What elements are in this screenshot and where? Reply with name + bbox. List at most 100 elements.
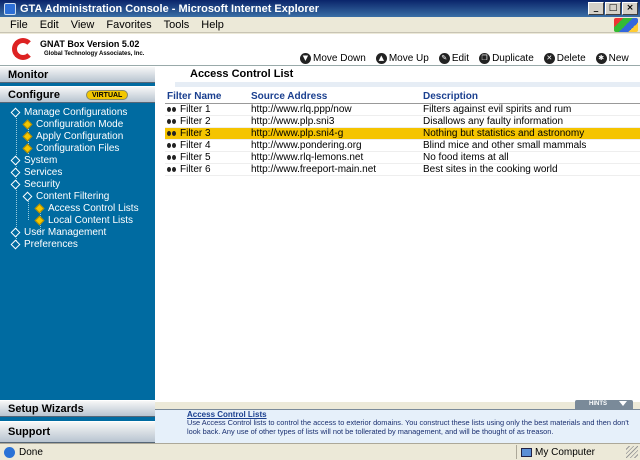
app-header: GNAT Box Version 5.02 Global Technology …: [0, 34, 640, 66]
column-header-source-address[interactable]: Source Address: [249, 90, 421, 104]
windows-logo-icon: [614, 18, 638, 32]
table-row[interactable]: Filter 1 http://www.rlq.ppp/now Filters …: [165, 103, 640, 116]
tree-label: Content Filtering: [36, 190, 110, 202]
filter-name: Filter 3: [180, 127, 211, 139]
gta-logo-icon: [12, 38, 34, 60]
binoculars-icon: [167, 118, 177, 125]
sidebar-support[interactable]: Support: [0, 421, 155, 443]
page-title: Access Control List: [190, 68, 294, 80]
menu-tools[interactable]: Tools: [158, 19, 196, 31]
tree-configuration-files[interactable]: Configuration Files: [22, 142, 120, 154]
binoculars-icon: [167, 106, 177, 113]
tree-services[interactable]: Services: [10, 166, 62, 178]
tree-label: User Management: [24, 226, 107, 238]
table-row-selected[interactable]: Filter 3 http://www.plp.sni4-g Nothing b…: [165, 127, 640, 140]
diamond-icon: [22, 131, 33, 141]
gnatbox-logo: GNAT Box Version 5.02 Global Technology …: [6, 36, 156, 64]
menu-edit[interactable]: Edit: [34, 19, 65, 31]
tree-label: Security: [24, 178, 61, 190]
diamond-icon: [10, 239, 21, 249]
source-address: http://www.plp.sni4-g: [249, 127, 421, 140]
window-title: GTA Administration Console - Microsoft I…: [20, 2, 320, 15]
column-header-filter-name[interactable]: Filter Name: [165, 90, 249, 104]
column-header-description[interactable]: Description: [421, 90, 640, 104]
table-row[interactable]: Filter 6 http://www.freeport-main.net Be…: [165, 163, 640, 176]
sidebar-configure[interactable]: Configure VIRTUAL: [0, 86, 155, 103]
menu-file[interactable]: File: [4, 19, 34, 31]
tree-content-filtering[interactable]: Content Filtering: [22, 190, 110, 202]
diamond-icon: [34, 215, 45, 225]
tree-label: Configuration Files: [36, 142, 120, 154]
tree-configuration-mode[interactable]: Configuration Mode: [22, 118, 123, 130]
move-down-button[interactable]: ▼ Move Down: [300, 52, 366, 64]
tree-security[interactable]: Security: [10, 178, 61, 190]
delete-button[interactable]: ✕ Delete: [543, 52, 586, 64]
table-row[interactable]: Filter 2 http://www.plp.sni3 Disallows a…: [165, 115, 640, 128]
tree-manage-configurations[interactable]: Manage Configurations: [10, 106, 127, 118]
status-bar: Done My Computer: [0, 443, 640, 460]
tree-access-control-lists[interactable]: Access Control Lists: [34, 202, 139, 214]
description: Blind mice and other small mammals: [421, 139, 640, 152]
diamond-icon: [10, 107, 21, 117]
source-address: http://www.rlq-lemons.net: [249, 151, 421, 164]
move-down-label: Move Down: [313, 52, 366, 64]
delete-label: Delete: [556, 52, 586, 64]
filter-name: Filter 5: [180, 151, 211, 163]
filter-name: Filter 1: [180, 103, 211, 115]
menu-view[interactable]: View: [65, 19, 101, 31]
sidebar-monitor[interactable]: Monitor: [0, 66, 155, 83]
arrow-down-icon: ▼: [300, 52, 311, 64]
hints-toggle[interactable]: HINTS: [575, 400, 633, 409]
tree-preferences[interactable]: Preferences: [10, 238, 78, 250]
edit-label: Edit: [451, 52, 470, 64]
resize-grip-icon[interactable]: [626, 446, 638, 458]
diamond-icon: [10, 179, 21, 189]
description: Filters against evil spirits and rum: [421, 103, 640, 116]
tree-label: Preferences: [24, 238, 78, 250]
description: Disallows any faulty information: [421, 115, 640, 128]
computer-icon: [521, 447, 532, 457]
maximize-button[interactable]: □: [605, 2, 621, 15]
tree-local-content-lists[interactable]: Local Content Lists: [34, 214, 134, 226]
source-address: http://www.rlq.ppp/now: [249, 103, 421, 116]
binoculars-icon: [167, 130, 177, 137]
delete-x-icon: ✕: [543, 52, 555, 64]
title-divider: [175, 82, 640, 87]
source-address: http://www.freeport-main.net: [249, 163, 421, 176]
tree-user-management[interactable]: User Management: [10, 226, 107, 238]
virtual-badge[interactable]: VIRTUAL: [86, 90, 129, 100]
action-toolbar: ▼ Move Down ▲ Move Up ✎ Edit ❐ Duplicate ✕ De…: [300, 50, 629, 66]
tree-system[interactable]: System: [10, 154, 57, 166]
move-up-button[interactable]: ▲ Move Up: [375, 52, 429, 64]
tree-apply-configuration[interactable]: Apply Configuration: [22, 130, 123, 142]
table-row[interactable]: Filter 4 http://www.pondering.org Blind …: [165, 139, 640, 152]
description: Best sites in the cooking world: [421, 163, 640, 176]
close-button[interactable]: ×: [622, 2, 638, 15]
main-content: Access Control List Filter Name Source A…: [155, 66, 640, 402]
table-row[interactable]: Filter 5 http://www.rlq-lemons.net No fo…: [165, 151, 640, 164]
duplicate-button[interactable]: ❐ Duplicate: [479, 52, 534, 64]
new-star-icon: ✱: [595, 52, 607, 64]
edit-button[interactable]: ✎ Edit: [438, 52, 470, 64]
configure-label: Configure: [8, 89, 60, 101]
table-header-row: Filter Name Source Address Description: [165, 90, 640, 104]
source-address: http://www.plp.sni3: [249, 115, 421, 128]
new-button[interactable]: ✱ New: [595, 52, 629, 64]
logo-brand: GNAT Box Version 5.02: [40, 39, 140, 49]
menu-help[interactable]: Help: [195, 19, 230, 31]
acl-table: Filter Name Source Address Description F…: [165, 90, 640, 176]
zone-label: My Computer: [535, 446, 596, 458]
binoculars-icon: [167, 154, 177, 161]
tree-label: Local Content Lists: [48, 214, 134, 226]
menu-bar: File Edit View Favorites Tools Help: [0, 17, 640, 33]
diamond-icon: [22, 191, 33, 201]
tree-label: Access Control Lists: [48, 202, 139, 214]
copy-icon: ❐: [479, 52, 491, 64]
diamond-icon: [34, 203, 45, 213]
sidebar-setup-wizards[interactable]: Setup Wizards: [0, 400, 155, 417]
chevron-down-icon: [619, 401, 627, 406]
menu-favorites[interactable]: Favorites: [100, 19, 157, 31]
move-up-label: Move Up: [388, 52, 429, 64]
diamond-icon: [10, 167, 21, 177]
minimize-button[interactable]: _: [588, 2, 604, 15]
